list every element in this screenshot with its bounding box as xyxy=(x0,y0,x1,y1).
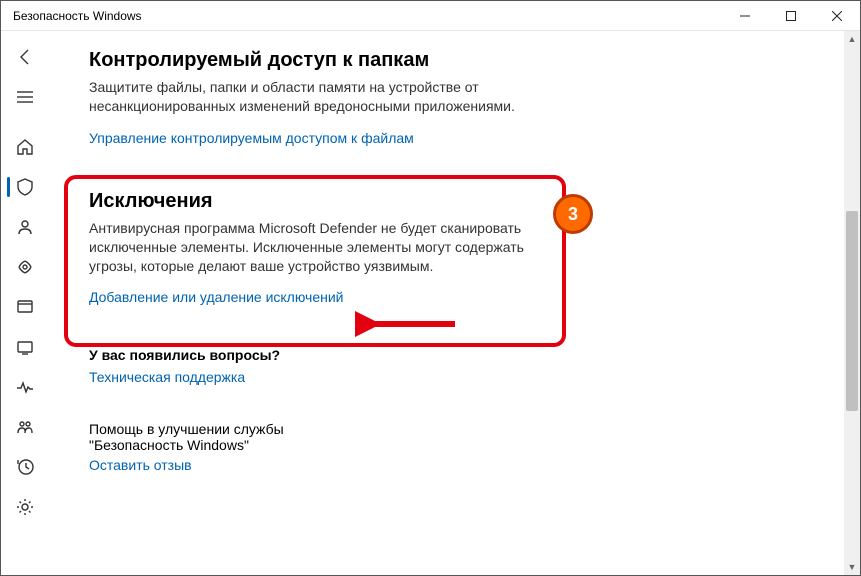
body-area: Контролируемый доступ к папкам Защитите … xyxy=(1,31,860,575)
annotation-step-badge: 3 xyxy=(553,194,593,234)
exclusions-link[interactable]: Добавление или удаление исключений xyxy=(89,289,344,305)
questions-section: У вас появились вопросы? Техническая под… xyxy=(89,347,836,387)
history-nav[interactable] xyxy=(5,447,45,487)
support-link[interactable]: Техническая поддержка xyxy=(89,369,245,385)
folder-access-link[interactable]: Управление контролируемым доступом к фай… xyxy=(89,130,414,146)
firewall-nav[interactable] xyxy=(5,247,45,287)
account-protection-nav[interactable] xyxy=(5,207,45,247)
sidebar xyxy=(1,31,49,575)
title-bar: Безопасность Windows xyxy=(1,1,860,31)
virus-protection-nav[interactable] xyxy=(5,167,45,207)
home-nav[interactable] xyxy=(5,127,45,167)
app-browser-nav[interactable] xyxy=(5,287,45,327)
feedback-link[interactable]: Оставить отзыв xyxy=(89,457,192,473)
performance-nav[interactable] xyxy=(5,367,45,407)
exclusions-section: Исключения Антивирусная программа Micros… xyxy=(89,190,836,308)
questions-title: У вас появились вопросы? xyxy=(89,347,836,363)
folder-access-section: Контролируемый доступ к папкам Защитите … xyxy=(89,49,836,148)
feedback-title: Помощь в улучшении службы "Безопасность … xyxy=(89,421,349,453)
feedback-section: Помощь в улучшении службы "Безопасность … xyxy=(89,421,836,475)
window-title: Безопасность Windows xyxy=(13,9,722,23)
window-root: Безопасность Windows xyxy=(0,0,861,576)
exclusions-body: Антивирусная программа Microsoft Defende… xyxy=(89,219,559,276)
close-button[interactable] xyxy=(814,1,860,30)
maximize-button[interactable] xyxy=(768,1,814,30)
window-controls xyxy=(722,1,860,30)
scroll-down-icon[interactable]: ▼ xyxy=(844,559,860,575)
back-button[interactable] xyxy=(5,37,45,77)
scroll-up-icon[interactable]: ▲ xyxy=(844,31,860,47)
vertical-scrollbar[interactable]: ▲ ▼ xyxy=(844,31,860,575)
scroll-thumb[interactable] xyxy=(846,211,858,411)
device-security-nav[interactable] xyxy=(5,327,45,367)
exclusions-title: Исключения xyxy=(89,190,836,213)
content-area: Контролируемый доступ к папкам Защитите … xyxy=(49,31,860,575)
folder-access-body: Защитите файлы, папки и области памяти н… xyxy=(89,78,559,116)
minimize-button[interactable] xyxy=(722,1,768,30)
folder-access-title: Контролируемый доступ к папкам xyxy=(89,49,836,72)
menu-button[interactable] xyxy=(5,77,45,117)
family-nav[interactable] xyxy=(5,407,45,447)
settings-nav[interactable] xyxy=(5,487,45,527)
